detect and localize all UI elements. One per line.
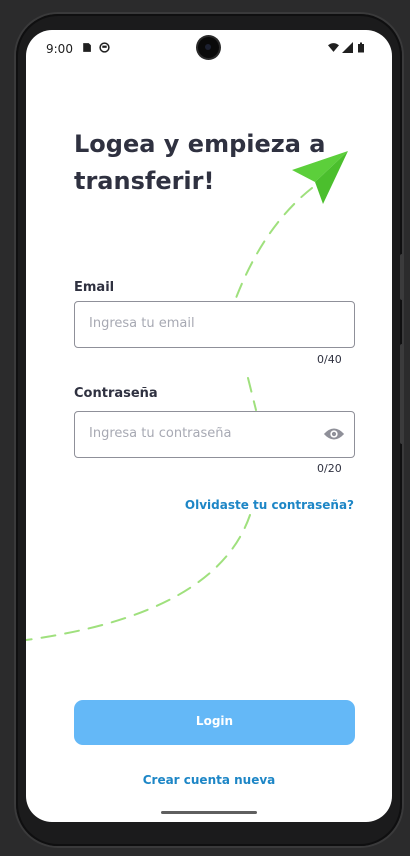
side-button <box>400 254 404 300</box>
password-placeholder: Ingresa tu contraseña <box>89 426 232 441</box>
login-button-label: Login <box>195 714 234 728</box>
email-placeholder: Ingresa tu email <box>89 316 195 331</box>
email-field[interactable]: Ingresa tu email <box>74 301 355 348</box>
dashed-path-middle <box>247 377 257 411</box>
login-button[interactable]: Login <box>74 700 355 745</box>
eye-icon[interactable] <box>323 424 345 444</box>
email-label: Email <box>74 280 115 295</box>
dashed-path-upper <box>235 187 313 299</box>
page-title: Logea y empieza a transferir! <box>74 130 326 195</box>
forgot-password-link[interactable]: Olvidaste tu contraseña? <box>185 498 354 512</box>
email-char-counter: 0/40 <box>317 353 342 366</box>
password-field[interactable]: Ingresa tu contraseña <box>74 411 355 458</box>
side-button <box>400 344 404 444</box>
app-screen: 9:00 Logea y empieza a transferir! Email… <box>26 30 392 822</box>
create-account-link[interactable]: Crear cuenta nueva <box>26 773 392 787</box>
password-label: Contraseña <box>74 386 158 401</box>
dashed-path-lower <box>26 514 251 641</box>
password-char-counter: 0/20 <box>317 462 342 475</box>
home-indicator[interactable] <box>161 811 257 814</box>
